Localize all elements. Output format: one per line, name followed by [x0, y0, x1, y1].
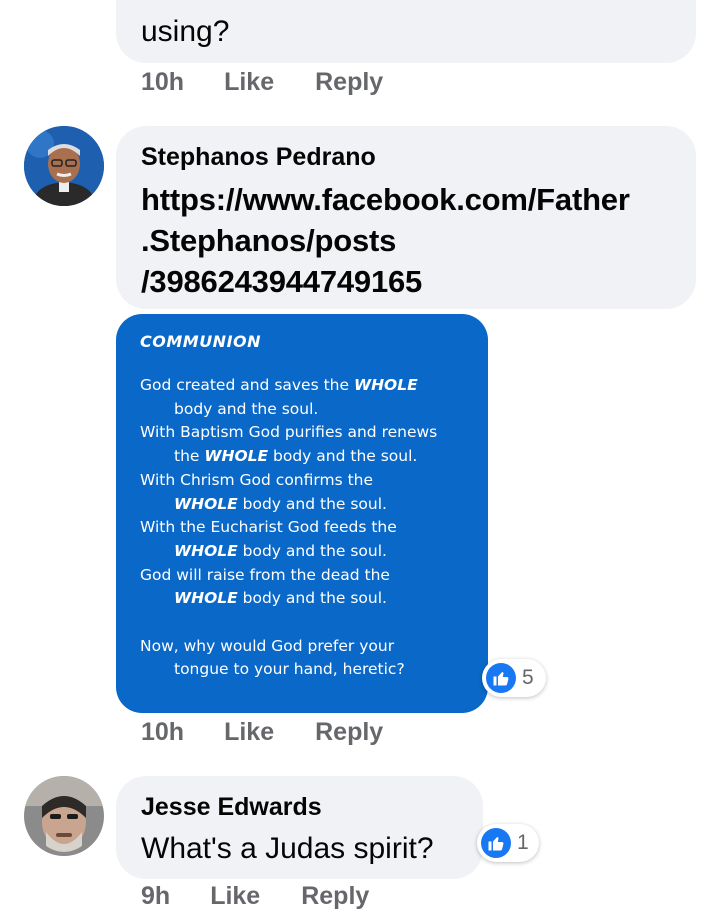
image-line: God created and saves the WHOLE	[140, 376, 418, 394]
image-line: WHOLE body and the soul.	[174, 589, 387, 608]
image-line: the WHOLE body and the soul.	[174, 447, 418, 466]
comment-author[interactable]: Jesse Edwards	[141, 792, 483, 822]
reaction-count-jesse[interactable]: 1	[477, 824, 539, 862]
comment-image-communion[interactable]: COMMUNION God created and saves the WHOL…	[116, 314, 488, 713]
avatar-photo-icon	[24, 776, 104, 856]
comment-time[interactable]: 9h	[141, 882, 170, 911]
avatar-jesse[interactable]	[24, 776, 104, 856]
comment-bubble-jesse: Jesse Edwards What's a Judas spirit?	[116, 776, 483, 879]
image-title: COMMUNION	[140, 332, 262, 351]
comment-author[interactable]: Stephanos Pedrano	[141, 142, 696, 172]
comment-time[interactable]: 10h	[141, 718, 184, 747]
comment-actions-stephanos: 10h Like Reply	[141, 718, 383, 747]
comment-bubble-stephanos: Stephanos Pedrano https://www.facebook.c…	[116, 126, 696, 309]
comment-text: using?	[141, 15, 230, 48]
comment-link-line-2[interactable]: .Stephanos/posts	[141, 220, 696, 261]
comment-link-line-3[interactable]: /3986243944749165	[141, 261, 696, 302]
avatar-photo-icon	[24, 126, 104, 206]
comment-bubble-previous: using?	[116, 0, 696, 63]
reaction-count-stephanos[interactable]: 5	[482, 659, 546, 697]
comment-time[interactable]: 10h	[141, 68, 184, 97]
image-line: With the Eucharist God feeds the	[140, 518, 397, 537]
image-line: God will raise from the dead the	[140, 565, 390, 584]
image-line: WHOLE body and the soul.	[174, 494, 387, 513]
comment-link-line-1[interactable]: https://www.facebook.com/Father	[141, 179, 696, 220]
comment-actions-jesse: 9h Like Reply	[141, 882, 369, 911]
comment-actions-previous: 10h Like Reply	[141, 68, 383, 97]
like-reaction-icon	[486, 663, 516, 693]
like-link[interactable]: Like	[224, 718, 274, 747]
image-line: body and the soul.	[174, 399, 319, 418]
comment-text: What's a Judas spirit?	[141, 832, 434, 865]
reply-link[interactable]: Reply	[301, 882, 369, 911]
like-link[interactable]: Like	[224, 68, 274, 97]
like-link[interactable]: Like	[210, 882, 260, 911]
reaction-count: 5	[522, 666, 534, 689]
image-line: tongue to your hand, heretic?	[174, 660, 405, 679]
reaction-count: 1	[517, 831, 529, 854]
avatar-stephanos[interactable]	[24, 126, 104, 206]
image-line: With Baptism God purifies and renews	[140, 423, 438, 442]
reply-link[interactable]: Reply	[315, 718, 383, 747]
reply-link[interactable]: Reply	[315, 68, 383, 97]
image-line: WHOLE body and the soul.	[174, 541, 387, 560]
image-line: Now, why would God prefer your	[140, 636, 395, 655]
like-reaction-icon	[481, 828, 511, 858]
image-line: With Chrism God confirms the	[140, 470, 374, 489]
